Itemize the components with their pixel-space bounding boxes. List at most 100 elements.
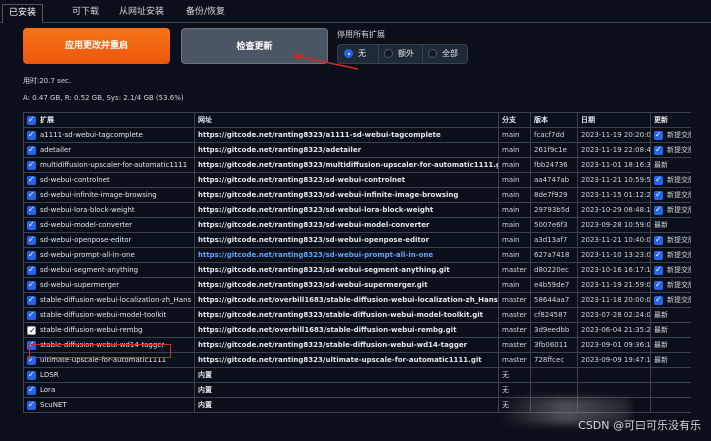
extension-name-cell[interactable]: sd-webui-infinite-image-browsing bbox=[23, 187, 195, 203]
extension-name-cell[interactable]: sd-webui-model-converter bbox=[23, 217, 195, 233]
extension-url: https://gitcode.net/ranting8323/stable-d… bbox=[194, 337, 499, 353]
update-checkbox[interactable] bbox=[654, 144, 663, 157]
extension-enable-checkbox[interactable] bbox=[27, 264, 36, 277]
extension-enable-checkbox[interactable] bbox=[27, 309, 36, 322]
extension-update-cell[interactable]: 新提交版本 bbox=[650, 277, 691, 293]
update-checkbox[interactable] bbox=[654, 129, 663, 142]
update-checkbox[interactable] bbox=[654, 204, 663, 217]
extension-update-cell[interactable]: 新提交版本 bbox=[650, 142, 691, 158]
extension-url: https://gitcode.net/ranting8323/sd-webui… bbox=[194, 277, 499, 293]
extension-enable-checkbox[interactable] bbox=[27, 279, 36, 292]
extension-update-cell[interactable]: 新提交版本 bbox=[650, 262, 691, 278]
extension-name-cell[interactable]: sd-webui-supermerger bbox=[23, 277, 195, 293]
extension-enable-checkbox[interactable] bbox=[27, 159, 36, 172]
tab-installed[interactable]: 已安装 bbox=[2, 4, 44, 23]
extension-update-cell[interactable]: 新提交版本 bbox=[650, 127, 691, 143]
radio-extra[interactable]: 额外 bbox=[378, 45, 419, 63]
extension-enable-checkbox[interactable] bbox=[27, 324, 36, 337]
extension-enable-checkbox[interactable] bbox=[27, 129, 36, 142]
extension-name-cell[interactable]: sd-webui-openpose-editor bbox=[23, 232, 195, 248]
update-checkbox[interactable] bbox=[654, 174, 663, 187]
extension-enable-checkbox[interactable] bbox=[27, 294, 36, 307]
extension-enable-checkbox[interactable] bbox=[27, 249, 36, 262]
extension-enable-checkbox[interactable] bbox=[27, 234, 36, 247]
extension-date bbox=[577, 382, 651, 398]
extension-update-cell[interactable]: 新提交版本 bbox=[650, 172, 691, 188]
extension-name-cell[interactable]: stable-diffusion-webui-rembg bbox=[23, 322, 195, 338]
extension-name-cell[interactable]: multidiffusion-upscaler-for-automatic111… bbox=[23, 157, 195, 173]
select-all-checkbox[interactable] bbox=[27, 114, 36, 127]
extension-version: fcacf7dd bbox=[530, 127, 578, 143]
extension-name-cell[interactable]: ultimate-upscale-for-automatic1111 bbox=[23, 352, 195, 368]
extension-name-cell[interactable]: sd-webui-controlnet bbox=[23, 172, 195, 188]
table-row: stable-diffusion-webui-wd14-tagger https:… bbox=[23, 337, 691, 353]
extension-name: ultimate-upscale-for-automatic1111 bbox=[40, 356, 167, 364]
extension-name-cell[interactable]: stable-diffusion-webui-localization-zh_H… bbox=[23, 292, 195, 308]
extension-date: 2023-10-16 16:17:18 bbox=[577, 262, 651, 278]
extension-update-cell[interactable]: 新提交版本 bbox=[650, 187, 691, 203]
extension-name-cell[interactable]: sd-webui-segment-anything bbox=[23, 262, 195, 278]
extension-name-cell[interactable]: ScuNET bbox=[23, 397, 195, 413]
update-status: 最新 bbox=[654, 161, 668, 169]
table-row: LDSR 内置无 bbox=[23, 367, 691, 383]
update-status: 新提交版本 bbox=[667, 266, 691, 274]
extension-enable-checkbox[interactable] bbox=[27, 189, 36, 202]
radio-all[interactable]: 全部 bbox=[422, 45, 467, 63]
extension-url: https://gitcode.net/ranting8323/sd-webui… bbox=[194, 217, 499, 233]
update-checkbox[interactable] bbox=[654, 234, 663, 247]
extension-name-cell[interactable]: stable-diffusion-webui-wd14-tagger bbox=[23, 337, 195, 353]
extension-version: aa4747ab bbox=[530, 172, 578, 188]
extension-name-cell[interactable]: stable-diffusion-webui-model-toolkit bbox=[23, 307, 195, 323]
extensions-table-container: 扩展 网址 分支 版本 日期 更新 a1111-sd-webui-tagcomp… bbox=[23, 112, 691, 441]
extension-enable-checkbox[interactable] bbox=[27, 144, 36, 157]
extension-update-cell[interactable]: 新提交版本 bbox=[650, 232, 691, 248]
extension-branch: main bbox=[498, 217, 531, 233]
extension-update-cell[interactable]: 新提交版本 bbox=[650, 292, 691, 308]
check-updates-button[interactable]: 检查更新 bbox=[181, 28, 328, 64]
extension-enable-checkbox[interactable] bbox=[27, 399, 36, 412]
radio-dot-icon bbox=[384, 49, 393, 58]
extension-enable-checkbox[interactable] bbox=[27, 174, 36, 187]
table-row: sd-webui-controlnet https://gitcode.net/r… bbox=[23, 172, 691, 188]
update-checkbox[interactable] bbox=[654, 189, 663, 202]
extension-enable-checkbox[interactable] bbox=[27, 384, 36, 397]
table-row: sd-webui-model-converter https://gitcode.… bbox=[23, 217, 691, 233]
extension-enable-checkbox[interactable] bbox=[27, 219, 36, 232]
extension-name: ScuNET bbox=[40, 401, 67, 409]
extension-name-cell[interactable]: a1111-sd-webui-tagcomplete bbox=[23, 127, 195, 143]
extension-name-cell[interactable]: adetailer bbox=[23, 142, 195, 158]
radio-none[interactable]: 无 bbox=[344, 45, 374, 63]
extension-enable-checkbox[interactable] bbox=[27, 369, 36, 382]
update-checkbox[interactable] bbox=[654, 249, 663, 262]
extension-url: https://gitcode.net/ranting8323/a1111-sd… bbox=[194, 127, 499, 143]
tab-install-from-url[interactable]: 从网址安装 bbox=[113, 4, 170, 21]
extension-name-cell[interactable]: sd-webui-lora-block-weight bbox=[23, 202, 195, 218]
update-checkbox[interactable] bbox=[654, 294, 663, 307]
extension-name-cell[interactable]: LDSR bbox=[23, 367, 195, 383]
extension-enable-checkbox[interactable] bbox=[27, 354, 36, 367]
table-row: sd-webui-supermerger https://gitcode.net/… bbox=[23, 277, 691, 293]
update-checkbox[interactable] bbox=[654, 279, 663, 292]
extension-update-cell[interactable]: 新提交版本 bbox=[650, 202, 691, 218]
tab-available[interactable]: 可下载 bbox=[66, 4, 105, 21]
extension-enable-checkbox[interactable] bbox=[27, 204, 36, 217]
extension-version bbox=[530, 382, 578, 398]
time-stat: 用时:20.7 sec. bbox=[23, 77, 72, 85]
extension-branch: main bbox=[498, 247, 531, 263]
extension-name-cell[interactable]: Lora bbox=[23, 382, 195, 398]
extension-date: 2023-09-28 10:59:04 bbox=[577, 217, 651, 233]
extension-url: https://gitcode.net/ranting8323/adetaile… bbox=[194, 142, 499, 158]
header-update: 更新 bbox=[650, 112, 691, 128]
extension-update-cell[interactable]: 新提交版本 bbox=[650, 247, 691, 263]
table-row: sd-webui-segment-anything https://gitcode… bbox=[23, 262, 691, 278]
tab-backup-restore[interactable]: 备份/恢复 bbox=[180, 4, 231, 21]
extension-url: 内置 bbox=[194, 367, 499, 383]
memory-stat: A: 0.47 GB, R: 0.52 GB, Sys: 2.1/4 GB (5… bbox=[23, 94, 184, 102]
apply-and-restart-button[interactable]: 应用更改并重启 bbox=[23, 28, 170, 64]
extension-url[interactable]: https://gitcode.net/ranting8323/sd-webui… bbox=[194, 247, 499, 263]
header-extension[interactable]: 扩展 bbox=[23, 112, 195, 128]
update-status: 新提交版本 bbox=[667, 281, 691, 289]
extension-name-cell[interactable]: sd-webui-prompt-all-in-one bbox=[23, 247, 195, 263]
extension-enable-checkbox[interactable] bbox=[27, 339, 36, 352]
update-checkbox[interactable] bbox=[654, 264, 663, 277]
